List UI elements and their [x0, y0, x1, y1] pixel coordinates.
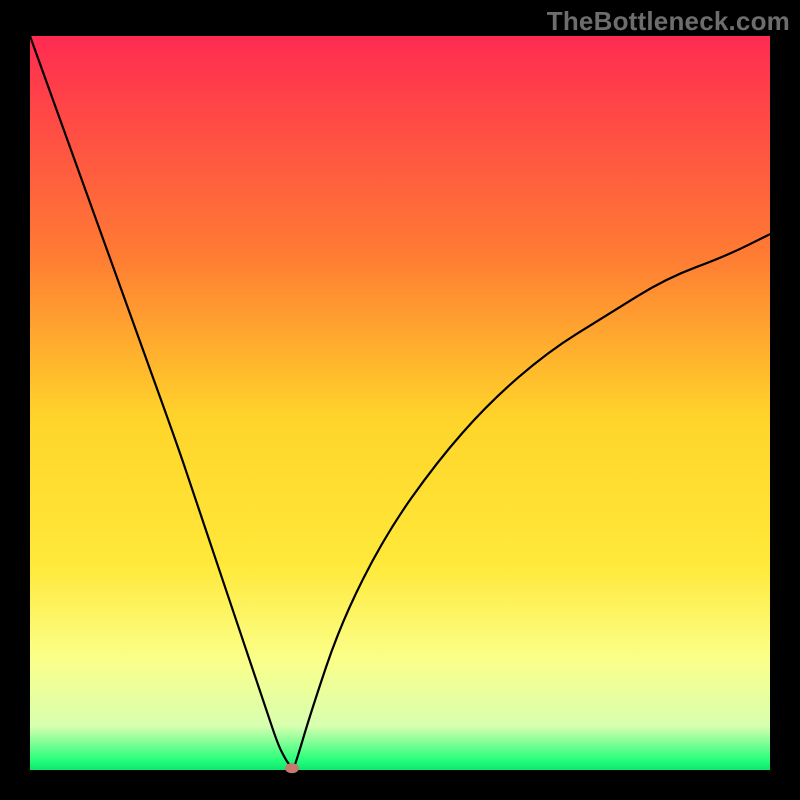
- plot-background: [30, 36, 770, 770]
- watermark-text: TheBottleneck.com: [547, 6, 790, 37]
- optimum-marker: [285, 763, 299, 773]
- bottleneck-chart: [0, 0, 800, 800]
- chart-frame: TheBottleneck.com: [0, 0, 800, 800]
